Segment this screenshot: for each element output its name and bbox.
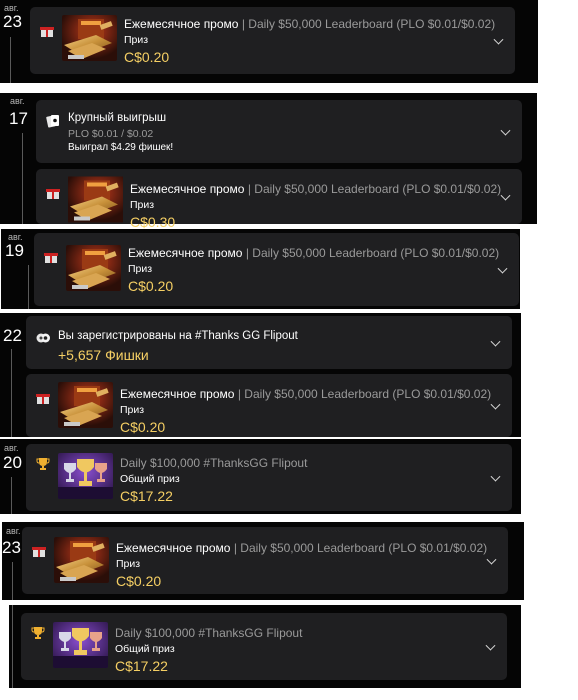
history-entry[interactable]: Ежемесячное промо | Daily $50,000 Leader… bbox=[36, 169, 522, 230]
trophy-icon bbox=[36, 458, 50, 470]
gift-icon bbox=[32, 547, 46, 557]
prize-amount: C$0.20 bbox=[116, 573, 162, 589]
entry-title: Daily $100,000 #ThanksGG Flipout bbox=[115, 626, 303, 640]
prize-amount: C$17.22 bbox=[115, 658, 168, 674]
gold-bars-image bbox=[54, 537, 109, 583]
prize-amount: C$0.20 bbox=[128, 278, 174, 294]
prize-label: Приз bbox=[130, 199, 155, 211]
day-label: 17 bbox=[9, 109, 28, 128]
entry-subtitle: Daily $50,000 Leaderboard (PLO $0.01/$0.… bbox=[244, 387, 492, 401]
entry-title: Вы зарегистрированы на #Thanks GG Flipou… bbox=[58, 330, 298, 342]
gold-bars-image bbox=[66, 245, 121, 291]
feed-block: авг. 23 Ежемесячное промо | Daily $50,00… bbox=[2, 522, 524, 600]
gift-icon bbox=[40, 27, 54, 37]
entry-note: Выиграл $4.29 фишек! bbox=[68, 142, 174, 153]
entry-subtitle: Daily $50,000 Leaderboard (PLO $0.01/$0.… bbox=[240, 541, 488, 555]
chevron-down-icon[interactable] bbox=[490, 471, 501, 482]
chevron-down-icon[interactable] bbox=[497, 263, 508, 274]
day-label: 22 bbox=[3, 326, 22, 345]
prize-label: Приз bbox=[128, 263, 153, 275]
entry-subtitle: Daily $50,000 Leaderboard (PLO $0.01/$0.… bbox=[254, 182, 502, 196]
date-column: авг. 23 bbox=[0, 0, 24, 83]
date-column: авг. 20 bbox=[0, 439, 24, 514]
entry-title: Ежемесячное промо bbox=[128, 246, 243, 260]
chevron-down-icon[interactable] bbox=[500, 190, 511, 201]
history-entry[interactable]: Ежемесячное промо | Daily $50,000 Leader… bbox=[26, 374, 512, 437]
history-entry[interactable]: Вы зарегистрированы на #Thanks GG Flipou… bbox=[26, 316, 512, 369]
feed-block: 22 Вы зарегистрированы на #Thanks GG Fli… bbox=[0, 313, 521, 437]
prize-amount: C$0.20 bbox=[120, 419, 166, 435]
day-label: 20 bbox=[3, 453, 22, 472]
history-entry[interactable]: Ежемесячное промо | Daily $50,000 Leader… bbox=[30, 7, 515, 74]
history-entry[interactable]: Ежемесячное промо | Daily $50,000 Leader… bbox=[34, 233, 519, 306]
prize-label: Общий приз bbox=[115, 643, 175, 655]
prize-label: Приз bbox=[124, 34, 149, 46]
trophies-image bbox=[58, 453, 113, 499]
entry-title: Ежемесячное промо bbox=[124, 17, 239, 31]
feed-block: авг. 17 Крупный выигрыш PLO $0.01 / $0.0… bbox=[0, 93, 537, 230]
gift-icon bbox=[36, 394, 50, 404]
prize-label: Общий приз bbox=[120, 473, 180, 485]
cards-icon bbox=[46, 115, 59, 128]
prize-amount: +5,657 Фишки bbox=[58, 347, 149, 363]
entry-subtitle: Daily $50,000 Leaderboard (PLO $0.01/$0.… bbox=[252, 246, 500, 260]
history-entry[interactable]: Daily $100,000 #ThanksGG Flipout Общий п… bbox=[26, 444, 512, 511]
history-entry[interactable]: Крупный выигрыш PLO $0.01 / $0.02 Выигра… bbox=[36, 100, 522, 163]
entry-title: Крупный выигрыш bbox=[68, 112, 167, 124]
feed-block: авг. 19 Ежемесячное промо | Daily $50,00… bbox=[1, 229, 520, 309]
day-label: 23 bbox=[3, 12, 22, 31]
entry-title: Daily $100,000 #ThanksGG Flipout bbox=[120, 456, 308, 470]
history-entry[interactable]: Ежемесячное промо | Daily $50,000 Leader… bbox=[22, 527, 508, 594]
feed-block: авг. 20 Daily $100,000 #ThanksGG Flipout… bbox=[0, 439, 521, 514]
history-entry[interactable]: Daily $100,000 #ThanksGG Flipout Общий п… bbox=[21, 613, 507, 680]
date-column: авг. 19 bbox=[1, 229, 29, 309]
trophy-icon bbox=[31, 627, 45, 639]
chevron-down-icon[interactable] bbox=[490, 336, 501, 347]
date-column: авг. 17 bbox=[0, 93, 28, 224]
gold-bars-image bbox=[68, 175, 123, 224]
prize-label: Приз bbox=[120, 404, 145, 416]
gold-bars-image bbox=[62, 15, 117, 61]
entry-stakes: PLO $0.01 / $0.02 bbox=[68, 128, 154, 140]
prize-label: Приз bbox=[116, 558, 141, 570]
entry-subtitle: Daily $50,000 Leaderboard (PLO $0.01/$0.… bbox=[248, 17, 496, 31]
feed-block: Daily $100,000 #ThanksGG Flipout Общий п… bbox=[9, 605, 521, 688]
chevron-down-icon[interactable] bbox=[500, 125, 511, 136]
month-label: авг. bbox=[10, 96, 25, 106]
day-label: 23 bbox=[2, 538, 21, 557]
date-column: 22 bbox=[0, 313, 24, 437]
chevron-down-icon[interactable] bbox=[490, 399, 501, 410]
gold-bars-image bbox=[58, 382, 113, 428]
chevron-down-icon[interactable] bbox=[486, 554, 497, 565]
chevron-down-icon[interactable] bbox=[485, 640, 496, 651]
chips-icon bbox=[36, 333, 50, 343]
prize-amount: C$0.20 bbox=[124, 49, 170, 65]
chevron-down-icon[interactable] bbox=[493, 34, 504, 45]
prize-amount: C$17.22 bbox=[120, 488, 173, 504]
gift-icon bbox=[46, 189, 60, 199]
gift-icon bbox=[44, 253, 58, 263]
day-label: 19 bbox=[5, 241, 24, 260]
month-label: авг. bbox=[4, 443, 19, 453]
month-label: авг. bbox=[6, 526, 21, 536]
feed-block: авг. 23 Ежемесячное промо | Daily $50,00… bbox=[0, 0, 538, 83]
entry-title: Ежемесячное промо bbox=[130, 182, 245, 196]
trophies-image bbox=[53, 622, 108, 668]
entry-title: Ежемесячное промо bbox=[120, 387, 235, 401]
entry-title: Ежемесячное промо bbox=[116, 541, 231, 555]
